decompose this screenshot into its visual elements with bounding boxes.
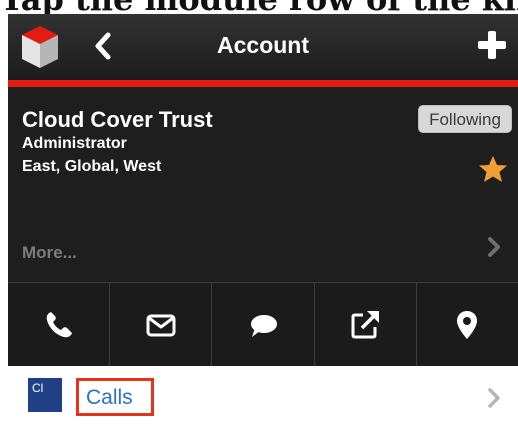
message-button[interactable]: [212, 283, 315, 367]
plus-icon[interactable]: [476, 29, 508, 61]
chevron-right-icon[interactable]: [486, 235, 502, 259]
chat-bubble-icon: [251, 315, 277, 337]
email-button[interactable]: [110, 283, 213, 367]
calls-module-icon: Cl: [28, 378, 62, 412]
account-name: Cloud Cover Trust: [22, 107, 213, 132]
open-link-button[interactable]: [315, 283, 417, 367]
action-bar: [8, 282, 518, 367]
calls-label[interactable]: Calls: [86, 386, 133, 410]
page-title: Account: [217, 32, 309, 58]
external-link-icon: [351, 311, 380, 339]
mobile-app-screen: Account Cloud Cover Trust Administrator …: [8, 0, 518, 429]
calls-module-row[interactable]: Cl Calls: [8, 366, 518, 429]
call-button[interactable]: [8, 283, 111, 367]
map-pin-icon: [457, 311, 478, 339]
chevron-right-icon[interactable]: [486, 386, 502, 410]
star-icon[interactable]: [478, 155, 508, 183]
phone-icon: [46, 312, 72, 338]
account-role: Administrator: [22, 135, 127, 152]
envelope-icon: [146, 314, 176, 337]
map-button[interactable]: [417, 283, 518, 367]
screenshot: Tap the module row of the kind Account C…: [0, 0, 518, 429]
more-link[interactable]: More...: [22, 243, 77, 263]
nav-bar: Account: [8, 14, 518, 80]
account-header: Cloud Cover Trust Administrator East, Gl…: [8, 87, 518, 282]
account-regions: East, Global, West: [22, 158, 162, 175]
accent-bar: [8, 80, 518, 87]
following-button[interactable]: Following: [418, 105, 512, 133]
